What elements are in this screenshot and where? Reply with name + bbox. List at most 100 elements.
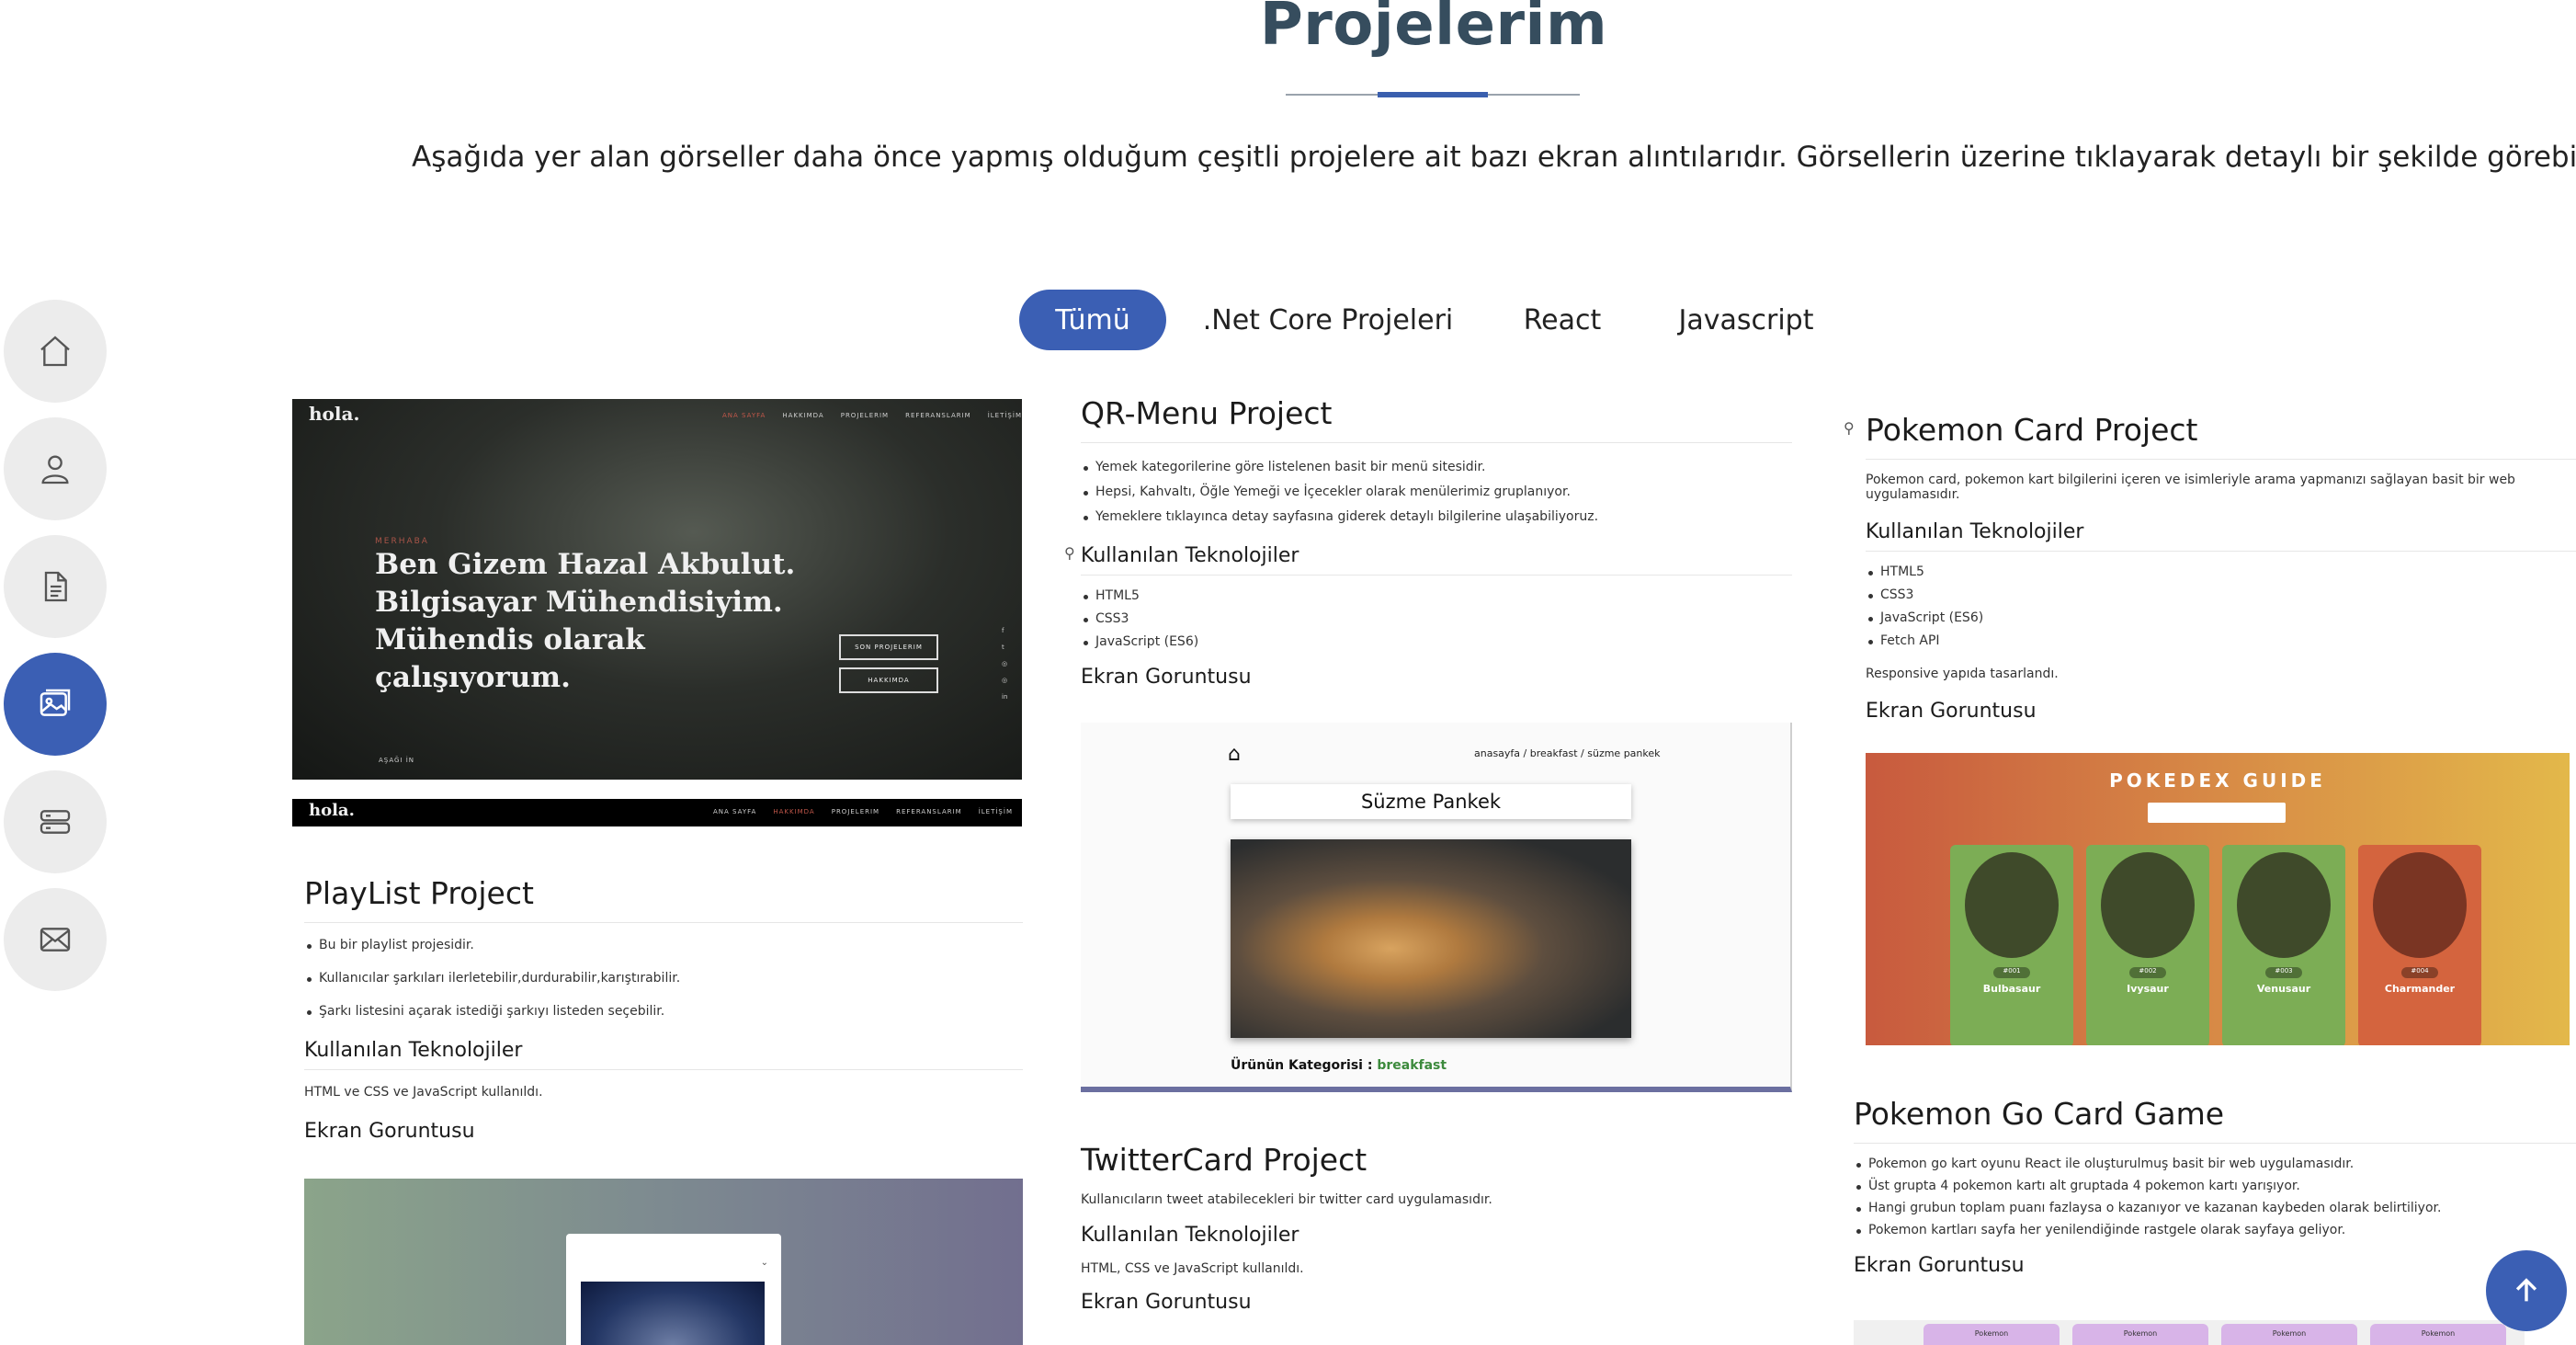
- pokego-title: Pokemon Go Card Game: [1854, 1096, 2576, 1144]
- hola-social-facebook: f: [1002, 627, 1004, 634]
- tab-react[interactable]: React: [1507, 290, 1617, 350]
- pokedex-search-input: [2148, 803, 2286, 823]
- arrow-up-icon: [2515, 1278, 2537, 1302]
- qrmenu-screen-heading: Ekran Goruntusu: [1081, 666, 1252, 689]
- playlist-screen-heading: Ekran Goruntusu: [304, 1120, 475, 1143]
- hola-navbar-screenshot[interactable]: hola. ANA SAYFA HAKKIMDA PROJELERIM REFERAN…: [292, 799, 1022, 826]
- tab-all[interactable]: Tümü: [1019, 290, 1166, 350]
- playlist-bullets: Bu bir playlist projesidir. Kullanıcılar…: [304, 938, 1023, 1019]
- list-item: Kullanıcılar şarkıları ilerletebilir,dur…: [304, 971, 1023, 986]
- pokemon-tech-heading: Kullanılan Teknolojiler: [1866, 520, 2576, 552]
- twitter-project-card: TwitterCard Project Kullanıcıların tweet…: [1081, 1142, 1792, 1321]
- hola-nav: ANA SAYFA HAKKIMDA PROJELERIM REFERANSLARIM…: [722, 412, 1022, 419]
- list-item: Pokemon go kart oyunu React ile oluşturu…: [1854, 1157, 2576, 1171]
- list-item: Fetch API: [1866, 633, 2576, 648]
- list-item: Şarkı listesini açarak istediği şarkıyı …: [304, 1004, 1023, 1019]
- playlist-tech-heading: Kullanılan Teknolojiler: [304, 1039, 1023, 1070]
- pokemon-card: #001 Bulbasaur: [1950, 845, 2073, 1045]
- playlist-project-card: PlayList Project Bu bir playlist projesi…: [304, 875, 1023, 1150]
- nav-services-button[interactable]: [4, 770, 107, 873]
- list-item: Yemek kategorilerine göre listelenen bas…: [1081, 460, 1792, 474]
- nav-home-button[interactable]: [4, 300, 107, 403]
- gallery-icon: [40, 689, 71, 716]
- pokego-card-tab: Pokemon: [2370, 1324, 2506, 1345]
- qrmenu-category: Ürünün Kategorisi : breakfast: [1231, 1058, 1447, 1073]
- hola-social-instagram: ◎: [1002, 660, 1008, 667]
- hola-bar-nav: ANA SAYFA HAKKIMDA PROJELERIM REFERANSLARIM…: [713, 808, 1013, 815]
- nav-portfolio-button[interactable]: [4, 653, 107, 756]
- twitter-tech-heading: Kullanılan Teknolojiler: [1081, 1224, 1299, 1247]
- home-icon: ⌂: [1228, 743, 1241, 766]
- list-item: Bu bir playlist projesidir.: [304, 938, 1023, 952]
- pokemon-screen-heading: Ekran Goruntusu: [1866, 700, 2037, 723]
- playlist-title: PlayList Project: [304, 875, 1023, 923]
- twitter-tech-text: HTML, CSS ve JavaScript kullanıldı.: [1081, 1261, 1304, 1276]
- title-underline-accent: [1378, 92, 1488, 97]
- tab-net-core[interactable]: .Net Core Projeleri: [1199, 290, 1457, 350]
- list-item: Hangi grubun toplam puanı fazlaysa o kaz…: [1854, 1201, 2576, 1215]
- pokemon-project-card: Pokemon Card Project Pokemon card, pokem…: [1866, 412, 2576, 730]
- pokedex-title: POKEDEX GUIDE: [2109, 769, 2326, 792]
- user-icon: [41, 455, 69, 484]
- tab-javascript[interactable]: Javascript: [1668, 290, 1824, 350]
- nav-contact-button[interactable]: [4, 888, 107, 991]
- document-icon: [44, 571, 67, 602]
- hola-scroll-down: AŞAĞI İN: [379, 757, 415, 764]
- hola-bar-logo: hola.: [309, 801, 355, 820]
- link-icon[interactable]: ⚲: [1844, 419, 1855, 437]
- qrmenu-title: QR-Menu Project: [1081, 395, 1792, 443]
- pokego-card-tab: Pokemon: [2072, 1324, 2208, 1345]
- list-item: HTML5: [1866, 564, 2576, 579]
- qrmenu-screenshot[interactable]: ⌂ anasayfa / breakfast / süzme pankek Sü…: [1081, 723, 1792, 1092]
- qrmenu-bullets: Yemek kategorilerine göre listelenen bas…: [1081, 460, 1792, 524]
- pokemon-screenshot[interactable]: POKEDEX GUIDE #001 Bulbasaur #002 Ivysaur …: [1866, 753, 2570, 1045]
- list-item: Üst grupta 4 pokemon kartı alt gruptada …: [1854, 1179, 2576, 1193]
- list-item: CSS3: [1866, 587, 2576, 602]
- chevron-down-icon: ⌄: [760, 1258, 768, 1268]
- twitter-desc: Kullanıcıların tweet atabilecekleri bir …: [1081, 1192, 1492, 1207]
- qrmenu-product-name: Süzme Pankek: [1231, 784, 1631, 819]
- hola-headline: Ben Gizem Hazal Akbulut. Bilgisayar Mühen…: [375, 548, 796, 694]
- list-item: Hepsi, Kahvaltı, Öğle Yemeği ve İçecekle…: [1081, 484, 1792, 499]
- scroll-to-top-button[interactable]: [2486, 1250, 2567, 1331]
- page-title: Projelerim: [1259, 0, 1608, 59]
- pokemon-card: #003 Venusaur: [2222, 845, 2345, 1045]
- playlist-album-art: [581, 1282, 765, 1345]
- hola-social-dribbble: ◎: [1002, 677, 1008, 684]
- list-item: JavaScript (ES6): [1866, 610, 2576, 625]
- server-icon: [40, 810, 71, 834]
- hola-about-button: HAKKIMDA: [839, 667, 938, 693]
- pokemon-desc: Pokemon card, pokemon kart bilgilerini i…: [1866, 473, 2515, 502]
- list-item: CSS3: [1081, 611, 1792, 626]
- twitter-title: TwitterCard Project: [1081, 1142, 1367, 1178]
- hola-projects-button: SON PROJELERIM: [839, 634, 938, 660]
- pokego-screen-heading: Ekran Goruntusu: [1854, 1254, 2025, 1277]
- pokemon-card: #002 Ivysaur: [2086, 845, 2209, 1045]
- qrmenu-project-card: QR-Menu Project Yemek kategorilerine gör…: [1081, 395, 1792, 696]
- nav-resume-button[interactable]: [4, 535, 107, 638]
- twitter-screen-heading: Ekran Goruntusu: [1081, 1291, 1252, 1314]
- pokemon-responsive-note: Responsive yapıda tasarlandı.: [1866, 667, 2059, 681]
- qrmenu-tech-list: HTML5 CSS3 JavaScript (ES6): [1081, 588, 1792, 649]
- pokemon-tech-list: HTML5 CSS3 JavaScript (ES6) Fetch API: [1866, 564, 2576, 648]
- playlist-screenshot[interactable]: ⌄: [304, 1179, 1023, 1345]
- hola-project-screenshot[interactable]: hola. ANA SAYFA HAKKIMDA PROJELERIM REFERAN…: [292, 399, 1022, 780]
- pokego-screenshot[interactable]: Pokemon Pokemon Pokemon Pokemon: [1854, 1320, 2525, 1345]
- hola-logo: hola.: [309, 403, 360, 425]
- pokego-card-tab: Pokemon: [1923, 1324, 2060, 1345]
- pokemon-card: #004 Charmander: [2358, 845, 2481, 1045]
- hola-social-linkedin: in: [1002, 693, 1008, 701]
- playlist-tech-text: HTML ve CSS ve JavaScript kullanıldı.: [304, 1085, 543, 1100]
- pokego-bullets: Pokemon go kart oyunu React ile oluşturu…: [1854, 1157, 2576, 1237]
- intro-text: Aşağıda yer alan görseller daha önce yap…: [412, 141, 2576, 174]
- qrmenu-tech-heading: Kullanılan Teknolojiler: [1081, 544, 1792, 576]
- pokemon-title: Pokemon Card Project: [1866, 412, 2576, 460]
- pokego-card-tab: Pokemon: [2221, 1324, 2357, 1345]
- list-item: Yemeklere tıklayınca detay sayfasına gid…: [1081, 509, 1792, 524]
- hola-tagline: MERHABA: [375, 537, 429, 546]
- hola-social-twitter: t: [1002, 644, 1004, 651]
- link-icon[interactable]: ⚲: [1064, 544, 1075, 562]
- nav-about-button[interactable]: [4, 417, 107, 520]
- qrmenu-product-image: [1231, 839, 1631, 1038]
- list-item: Pokemon kartları sayfa her yenilendiğind…: [1854, 1223, 2576, 1237]
